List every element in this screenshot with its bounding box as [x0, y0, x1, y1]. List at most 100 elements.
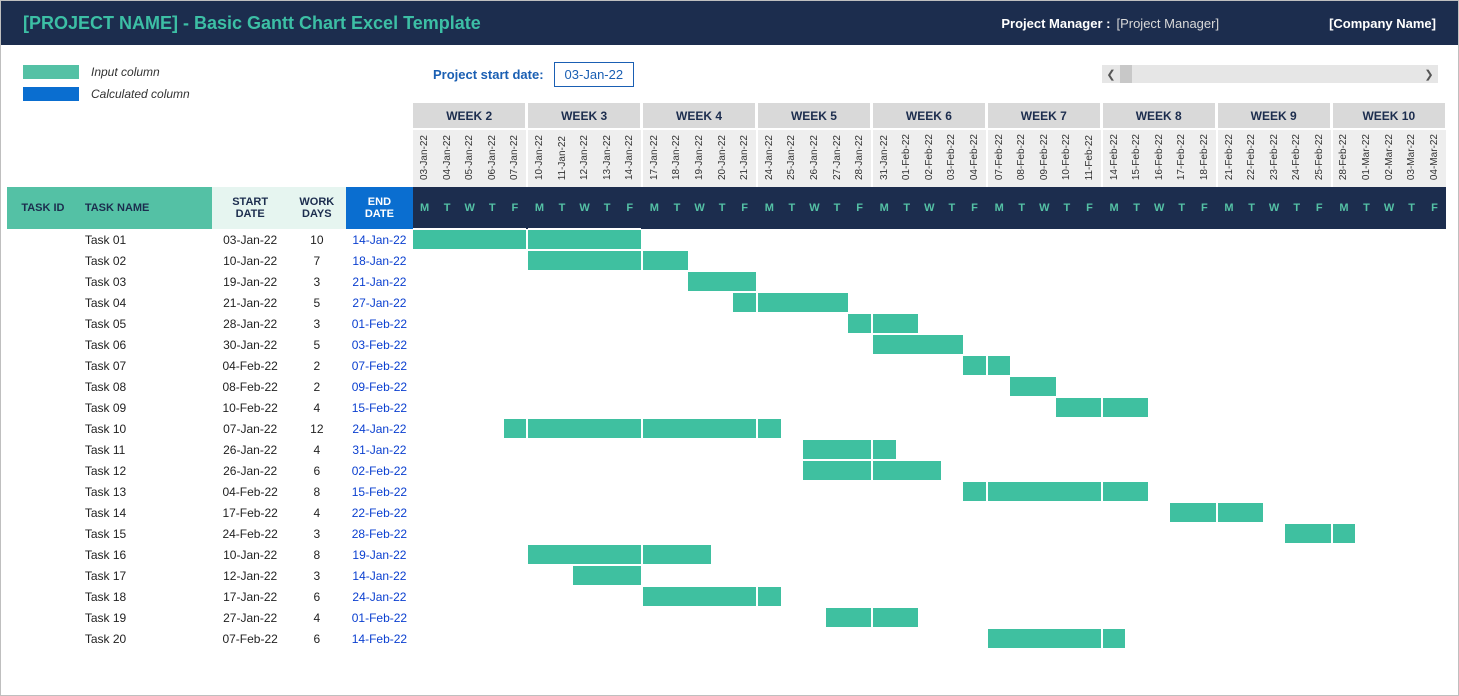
- gantt-cell: [1010, 502, 1033, 523]
- cell-work-days[interactable]: 6: [288, 586, 345, 607]
- scroll-track[interactable]: [1120, 65, 1420, 83]
- cell-work-days[interactable]: 10: [288, 229, 345, 250]
- cell-task-id[interactable]: [7, 397, 79, 418]
- cell-task-name[interactable]: Task 15: [79, 523, 212, 544]
- cell-task-id[interactable]: [7, 544, 79, 565]
- cell-task-name[interactable]: Task 02: [79, 250, 212, 271]
- cell-start-date[interactable]: 04-Feb-22: [212, 481, 288, 502]
- cell-start-date[interactable]: 12-Jan-22: [212, 565, 288, 586]
- gantt-cell: [1285, 460, 1308, 481]
- cell-work-days[interactable]: 12: [288, 418, 345, 439]
- cell-work-days[interactable]: 8: [288, 481, 345, 502]
- cell-task-name[interactable]: Task 20: [79, 628, 212, 649]
- scroll-left-icon[interactable]: ❮: [1102, 65, 1120, 83]
- date-header: 10-Feb-22: [1056, 129, 1079, 187]
- cell-task-id[interactable]: [7, 250, 79, 271]
- cell-task-id[interactable]: [7, 292, 79, 313]
- gantt-cell: [963, 313, 986, 334]
- cell-task-id[interactable]: [7, 439, 79, 460]
- cell-task-id[interactable]: [7, 460, 79, 481]
- cell-task-id[interactable]: [7, 313, 79, 334]
- cell-work-days[interactable]: 4: [288, 607, 345, 628]
- cell-task-name[interactable]: Task 14: [79, 502, 212, 523]
- table-row: Task 1417-Feb-22422-Feb-22: [7, 502, 1446, 523]
- cell-start-date[interactable]: 21-Jan-22: [212, 292, 288, 313]
- cell-task-id[interactable]: [7, 607, 79, 628]
- pm-value[interactable]: [Project Manager]: [1116, 16, 1219, 31]
- cell-task-id[interactable]: [7, 565, 79, 586]
- cell-work-days[interactable]: 8: [288, 544, 345, 565]
- cell-start-date[interactable]: 24-Feb-22: [212, 523, 288, 544]
- cell-work-days[interactable]: 7: [288, 250, 345, 271]
- cell-start-date[interactable]: 27-Jan-22: [212, 607, 288, 628]
- gantt-cell: [1170, 271, 1193, 292]
- cell-start-date[interactable]: 07-Jan-22: [212, 418, 288, 439]
- cell-work-days[interactable]: 4: [288, 439, 345, 460]
- cell-task-name[interactable]: Task 06: [79, 334, 212, 355]
- cell-task-id[interactable]: [7, 628, 79, 649]
- cell-task-id[interactable]: [7, 355, 79, 376]
- start-date-input[interactable]: 03-Jan-22: [554, 62, 635, 87]
- cell-task-id[interactable]: [7, 271, 79, 292]
- cell-start-date[interactable]: 19-Jan-22: [212, 271, 288, 292]
- cell-task-name[interactable]: Task 18: [79, 586, 212, 607]
- cell-start-date[interactable]: 17-Jan-22: [212, 586, 288, 607]
- cell-start-date[interactable]: 28-Jan-22: [212, 313, 288, 334]
- cell-task-name[interactable]: Task 12: [79, 460, 212, 481]
- cell-work-days[interactable]: 3: [288, 565, 345, 586]
- scroll-thumb[interactable]: [1120, 65, 1132, 83]
- cell-start-date[interactable]: 26-Jan-22: [212, 460, 288, 481]
- cell-task-name[interactable]: Task 19: [79, 607, 212, 628]
- cell-task-id[interactable]: [7, 481, 79, 502]
- cell-task-id[interactable]: [7, 418, 79, 439]
- cell-start-date[interactable]: 10-Jan-22: [212, 250, 288, 271]
- cell-task-name[interactable]: Task 03: [79, 271, 212, 292]
- cell-task-name[interactable]: Task 09: [79, 397, 212, 418]
- cell-task-name[interactable]: Task 10: [79, 418, 212, 439]
- cell-work-days[interactable]: 6: [288, 460, 345, 481]
- cell-task-name[interactable]: Task 01: [79, 229, 212, 250]
- cell-work-days[interactable]: 4: [288, 397, 345, 418]
- cell-work-days[interactable]: 5: [288, 334, 345, 355]
- cell-task-id[interactable]: [7, 502, 79, 523]
- cell-work-days[interactable]: 5: [288, 292, 345, 313]
- cell-task-id[interactable]: [7, 586, 79, 607]
- cell-start-date[interactable]: 30-Jan-22: [212, 334, 288, 355]
- cell-task-name[interactable]: Task 13: [79, 481, 212, 502]
- cell-task-name[interactable]: Task 16: [79, 544, 212, 565]
- cell-work-days[interactable]: 3: [288, 523, 345, 544]
- cell-task-name[interactable]: Task 04: [79, 292, 212, 313]
- scroll-right-icon[interactable]: ❯: [1420, 65, 1438, 83]
- gantt-cell: [711, 376, 734, 397]
- cell-task-id[interactable]: [7, 334, 79, 355]
- cell-task-name[interactable]: Task 11: [79, 439, 212, 460]
- gantt-cell: [1263, 376, 1286, 397]
- company-name[interactable]: [Company Name]: [1329, 16, 1436, 31]
- cell-start-date[interactable]: 10-Feb-22: [212, 397, 288, 418]
- cell-work-days[interactable]: 3: [288, 313, 345, 334]
- gantt-cell: [1400, 523, 1423, 544]
- cell-start-date[interactable]: 26-Jan-22: [212, 439, 288, 460]
- cell-work-days[interactable]: 2: [288, 376, 345, 397]
- cell-work-days[interactable]: 6: [288, 628, 345, 649]
- cell-start-date[interactable]: 03-Jan-22: [212, 229, 288, 250]
- cell-task-id[interactable]: [7, 376, 79, 397]
- cell-task-name[interactable]: Task 17: [79, 565, 212, 586]
- cell-task-name[interactable]: Task 08: [79, 376, 212, 397]
- gantt-cell: [688, 229, 711, 250]
- cell-start-date[interactable]: 10-Jan-22: [212, 544, 288, 565]
- timeline-scrollbar[interactable]: ❮ ❯: [1102, 65, 1438, 83]
- date-header: 23-Feb-22: [1263, 129, 1286, 187]
- cell-task-name[interactable]: Task 05: [79, 313, 212, 334]
- cell-start-date[interactable]: 08-Feb-22: [212, 376, 288, 397]
- cell-start-date[interactable]: 17-Feb-22: [212, 502, 288, 523]
- cell-work-days[interactable]: 3: [288, 271, 345, 292]
- cell-task-id[interactable]: [7, 229, 79, 250]
- cell-start-date[interactable]: 04-Feb-22: [212, 355, 288, 376]
- gantt-cell: [413, 355, 436, 376]
- cell-work-days[interactable]: 2: [288, 355, 345, 376]
- cell-task-id[interactable]: [7, 523, 79, 544]
- cell-start-date[interactable]: 07-Feb-22: [212, 628, 288, 649]
- cell-work-days[interactable]: 4: [288, 502, 345, 523]
- cell-task-name[interactable]: Task 07: [79, 355, 212, 376]
